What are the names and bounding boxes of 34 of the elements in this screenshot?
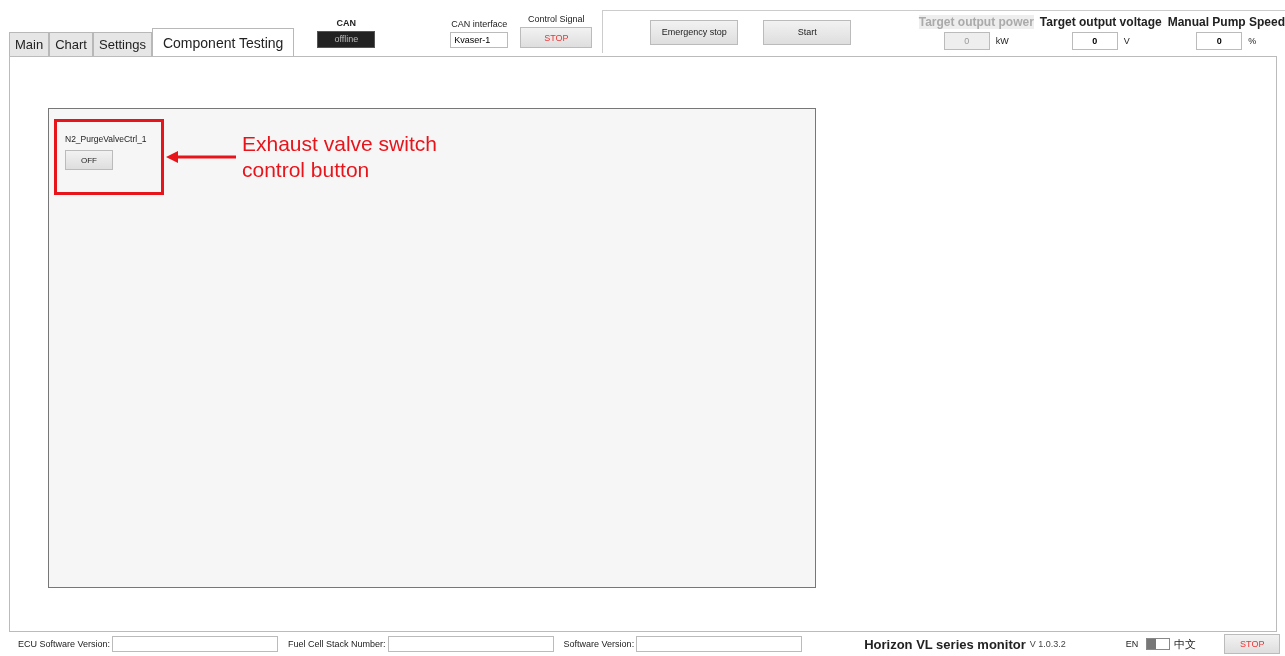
field-label: ECU Software Version: [18,639,111,649]
annotation-text: Exhaust valve switch control button [242,131,438,183]
target-label: Target output power [918,14,1034,29]
field-label: Fuel Cell Stack Number: [288,639,386,649]
version-field[interactable] [636,636,803,652]
tab[interactable]: Main [9,32,50,56]
version-field[interactable] [112,636,279,652]
unit-label: V [1123,35,1130,46]
unit-label: % [1248,35,1257,46]
can-status-indicator: offline [317,31,376,48]
language-label: 中文 [1174,636,1197,652]
target-field[interactable]: 0 [1071,31,1118,50]
tab[interactable]: Component Testing [151,28,295,56]
action-button[interactable]: Start [763,19,852,45]
tab[interactable]: Settings [93,32,152,56]
can-interface-label: CAN interface [451,19,508,29]
target-field[interactable]: 0 [1196,31,1243,50]
action-button[interactable]: Emergency stop [650,19,739,45]
control-signal-label: Control Signal [528,14,585,24]
tab[interactable]: Chart [49,32,93,56]
language-switch[interactable] [1146,638,1171,650]
unit-label: kW [995,35,1009,46]
target-label: Manual Pump Speed [1167,14,1285,29]
can-interface-field[interactable]: Kvaser-1 [450,32,509,48]
target-label: Target output voltage [1039,14,1162,29]
valve-toggle-button[interactable]: OFF [65,150,113,170]
component-label: N2_PurgeValveCtrl_1 [65,134,148,144]
field-label: Software Version: [563,639,635,649]
language-label: EN [1125,639,1139,649]
annotation-arrow [166,150,236,164]
can-label: CAN [336,18,357,28]
app-title: Horizon VL series monitor [864,636,1026,652]
version-text: V 1.0.3.2 [1029,639,1066,649]
version-field[interactable] [387,636,554,652]
